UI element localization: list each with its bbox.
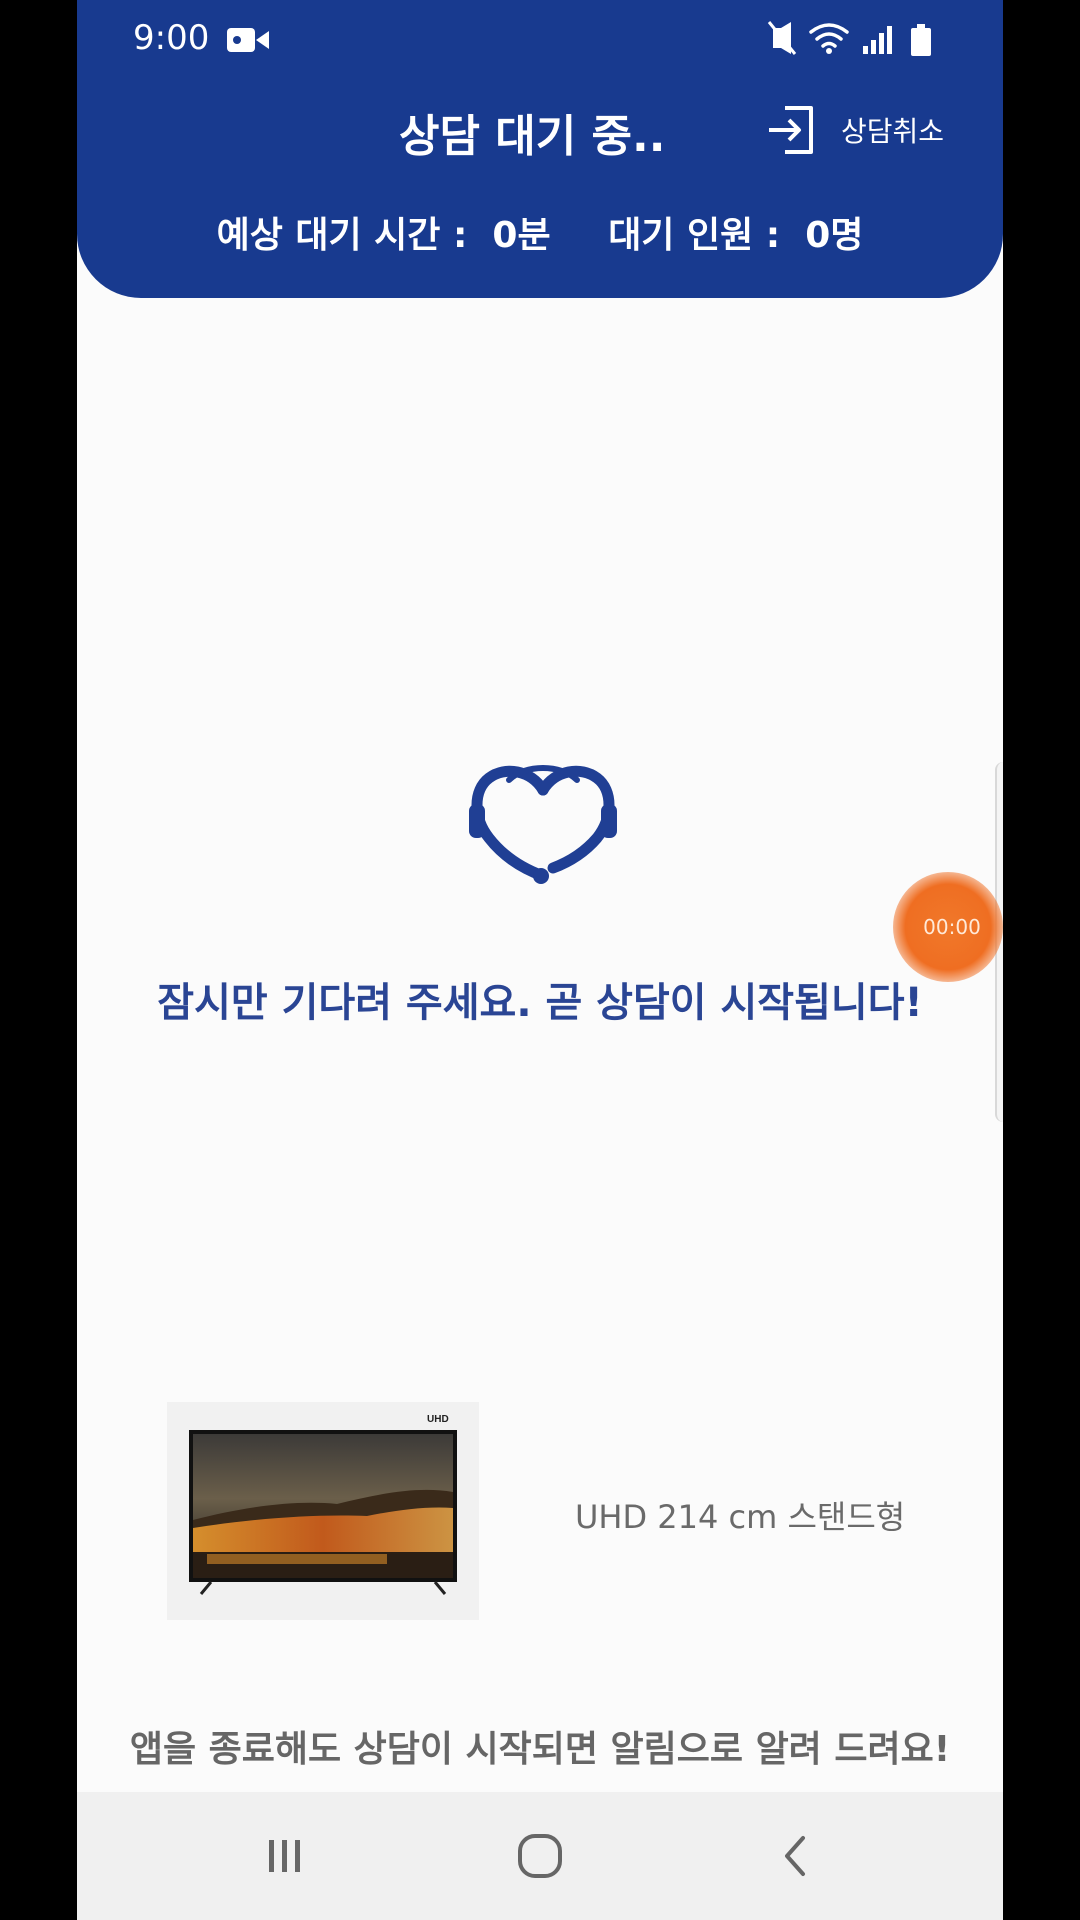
waiting-count: 대기 인원 : 0명 (608, 215, 864, 256)
timer-bubble[interactable]: 00:00 (893, 872, 1003, 982)
status-icons (767, 21, 931, 56)
notification-notice: 앱을 종료해도 상담이 시작되면 알림으로 알려 드려요! (129, 1729, 951, 1770)
timer-value: 00:00 (923, 915, 981, 939)
battery-icon (911, 24, 931, 56)
back-icon[interactable] (767, 1828, 823, 1884)
wait-message: 잠시만 기다려 주세요. 곧 상담이 시작됩니다! (157, 980, 923, 1026)
uhd-badge: UHD (427, 1414, 449, 1425)
wifi-icon (809, 23, 849, 48)
product-thumbnail: UHD (167, 1402, 479, 1620)
video-camera-icon (227, 28, 269, 52)
cancel-consultation-button[interactable]: 상담취소 (765, 100, 985, 160)
header-panel: 9:00 상담 대기 중.. 상담취소 예상 대기 시간: 0분 대기 인원 … (77, 0, 1003, 298)
cancel-label: 상담취소 (841, 115, 945, 148)
status-bar: 9:00 (77, 0, 1003, 76)
status-time: 9:00 (133, 18, 210, 58)
system-nav-bar (77, 1792, 1003, 1920)
home-icon[interactable] (512, 1828, 568, 1884)
expected-wait-time: 예상 대기 시간 : 0분 (216, 215, 551, 256)
app-screen: 9:00 상담 대기 중.. 상담취소 예상 대기 시간: 0분 대기 인원 … (77, 0, 1003, 1920)
tv-image: UHD (189, 1414, 457, 1595)
page-title: 상담 대기 중.. (399, 111, 666, 162)
exit-icon (769, 106, 813, 154)
recent-apps-icon[interactable] (257, 1828, 313, 1884)
headset-heart-icon (469, 765, 617, 884)
signal-icon (863, 26, 892, 54)
product-name: UHD 214 cm 스탠드형 (575, 1498, 906, 1536)
mute-vibrate-icon (767, 21, 797, 55)
wait-info: 예상 대기 시간 : 0분 대기 인원 : 0명 (77, 206, 1003, 258)
